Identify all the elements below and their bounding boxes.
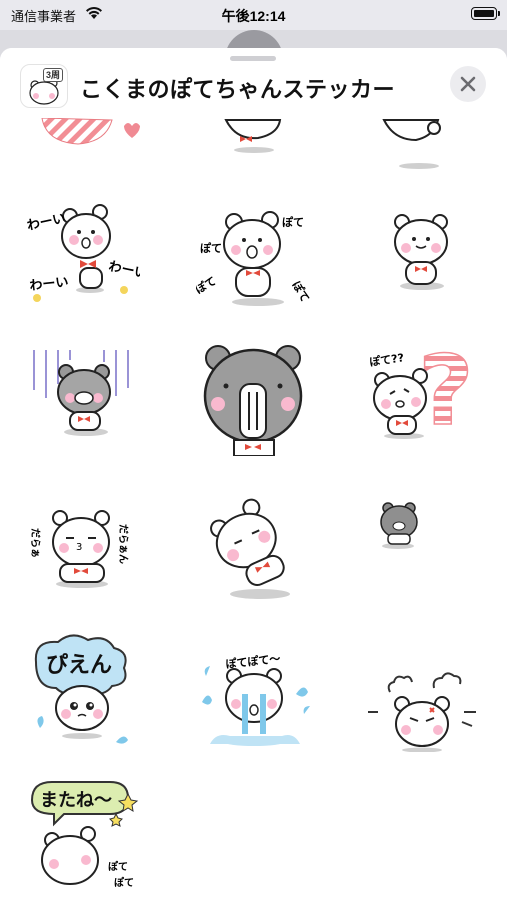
close-button[interactable] bbox=[450, 66, 486, 102]
sticker-text: ぽて bbox=[196, 273, 219, 296]
sticker-crying-bear[interactable]: ぽてぽて〜 bbox=[196, 632, 312, 752]
sticker-question-bear[interactable]: ? ぽて?? bbox=[364, 336, 480, 456]
sticker-text: ぽて bbox=[114, 876, 134, 889]
sticker-grid: わーい わーい わーい ぽて ぽて ぽて ぽて ? ぽて?? 3 だらぁ だらぁ… bbox=[0, 48, 507, 900]
close-icon bbox=[460, 76, 476, 92]
sticker-text: ぽて bbox=[282, 215, 304, 229]
sticker-text: だらぁん bbox=[117, 524, 129, 564]
sticker-pien-bear[interactable]: ぴえん bbox=[24, 632, 140, 752]
sticker-pack-icon: 3周 bbox=[20, 64, 68, 108]
sticker-shocked-gray-bear[interactable] bbox=[196, 336, 312, 456]
sticker-sleeping-bear[interactable]: 3 だらぁ だらぁん bbox=[24, 488, 140, 608]
sticker-text: ? bbox=[418, 336, 474, 447]
sticker-text: またね〜 bbox=[40, 790, 112, 811]
sticker-text: わーい bbox=[107, 259, 140, 282]
sticker-text: わーい bbox=[26, 211, 67, 234]
sticker-text: ぽてぽて〜 bbox=[225, 651, 281, 671]
sticker-pote-pote-walk[interactable]: ぽて ぽて ぽて ぽて bbox=[196, 194, 312, 314]
sticker-angry-bear[interactable] bbox=[364, 632, 480, 752]
pack-badge: 3周 bbox=[43, 68, 64, 82]
sheet-header: 3周 こくまのぽてちゃんステッカー bbox=[0, 48, 507, 118]
sticker-text: ぽて?? bbox=[368, 350, 404, 369]
sticker-text: わーい bbox=[29, 275, 69, 294]
sticker-text: ぽて bbox=[108, 860, 128, 873]
svg-text:3: 3 bbox=[76, 542, 82, 553]
clock: 午後12:14 bbox=[221, 8, 286, 24]
sticker-lying-bear[interactable] bbox=[196, 488, 312, 608]
sticker-matane-bear[interactable]: またね〜 ぽて ぽて bbox=[24, 774, 140, 894]
sticker-text: だらぁ bbox=[29, 528, 41, 558]
sticker-sheet: わーい わーい わーい ぽて ぽて ぽて ぽて ? ぽて?? 3 だらぁ だらぁ… bbox=[0, 48, 507, 900]
sticker-small-gray-bear[interactable] bbox=[364, 488, 480, 608]
sheet-grabber[interactable] bbox=[230, 56, 276, 61]
sticker-gloomy-bear[interactable] bbox=[24, 336, 140, 456]
battery-icon bbox=[471, 7, 500, 20]
sticker-bear-standing[interactable] bbox=[364, 194, 480, 314]
sticker-text: ぴえん bbox=[46, 653, 112, 678]
sticker-text: ぽて bbox=[289, 279, 312, 305]
sheet-title: こくまのぽてちゃんステッカー bbox=[80, 77, 396, 102]
sticker-wai-wai[interactable]: わーい わーい わーい bbox=[24, 194, 140, 314]
sticker-text: ぽて bbox=[200, 241, 222, 255]
status-bar: 通信事業者 午後12:14 bbox=[0, 0, 507, 30]
